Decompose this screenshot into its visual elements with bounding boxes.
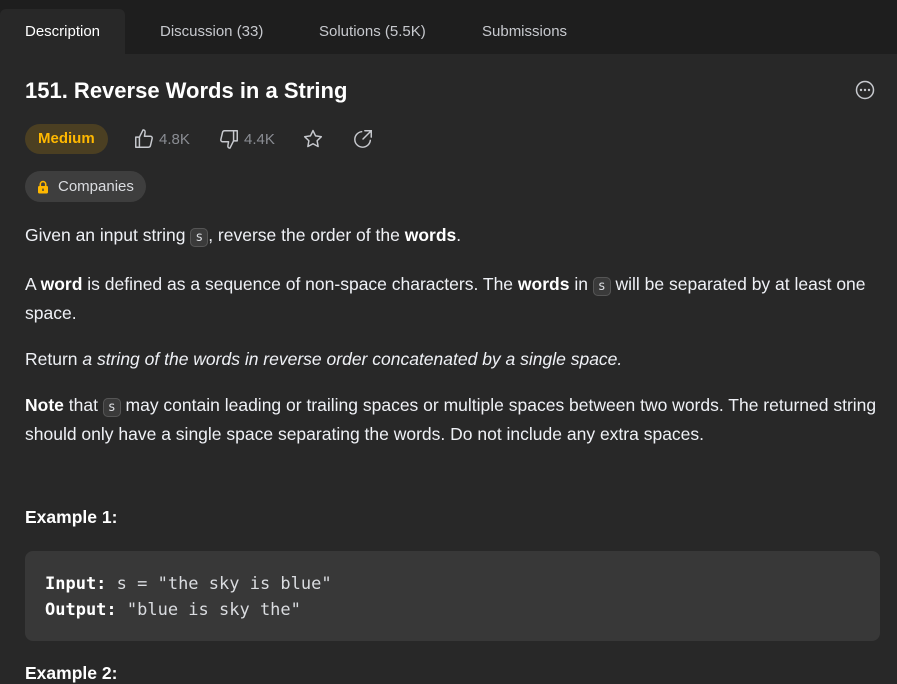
problem-meta: Medium 4.8K 4.4K xyxy=(25,124,425,154)
description-paragraph-1: Given an input string s, reverse the ord… xyxy=(25,225,462,247)
lock-icon xyxy=(38,180,48,193)
thumbs-down-icon xyxy=(220,130,238,149)
example-1-title: Example 1: xyxy=(25,507,118,527)
tab-description[interactable]: Description xyxy=(0,9,126,54)
dislike-button[interactable]: 4.4K xyxy=(218,126,275,152)
share-icon[interactable] xyxy=(352,128,374,150)
companies-button[interactable]: Companies xyxy=(25,171,146,202)
star-icon[interactable] xyxy=(302,128,324,150)
example-2-title: Example 2: xyxy=(25,663,118,683)
more-options-icon[interactable] xyxy=(855,80,875,100)
like-count: 4.8K xyxy=(159,130,190,148)
tab-bar: Description Discussion (33) Solutions (5… xyxy=(0,0,897,54)
tab-discussion[interactable]: Discussion (33) xyxy=(135,9,288,54)
description-paragraph-2: A word is defined as a sequence of non-s… xyxy=(25,274,866,323)
difficulty-badge: Medium xyxy=(25,124,108,154)
example-1-box: Input: s = "the sky is blue" Output: "bl… xyxy=(25,551,880,641)
thumbs-up-icon xyxy=(135,129,153,148)
inline-code: s xyxy=(592,277,611,296)
example-1-output: Output: "blue is sky the" xyxy=(45,600,301,620)
tab-submissions[interactable]: Submissions xyxy=(457,9,592,54)
inline-code: s xyxy=(102,398,121,417)
like-button[interactable]: 4.8K xyxy=(133,126,190,152)
problem-description: Given an input string s, reverse the ord… xyxy=(25,222,885,467)
problem-title: 151. Reverse Words in a String xyxy=(25,78,348,103)
tab-solutions[interactable]: Solutions (5.5K) xyxy=(294,9,451,54)
description-paragraph-3: Return a string of the words in reverse … xyxy=(25,349,623,369)
dislike-count: 4.4K xyxy=(244,130,275,148)
example-1-input: Input: s = "the sky is blue" xyxy=(45,574,332,594)
description-paragraph-4: Note that s may contain leading or trail… xyxy=(25,395,877,444)
inline-code: s xyxy=(190,228,209,247)
companies-label: Companies xyxy=(58,178,134,195)
